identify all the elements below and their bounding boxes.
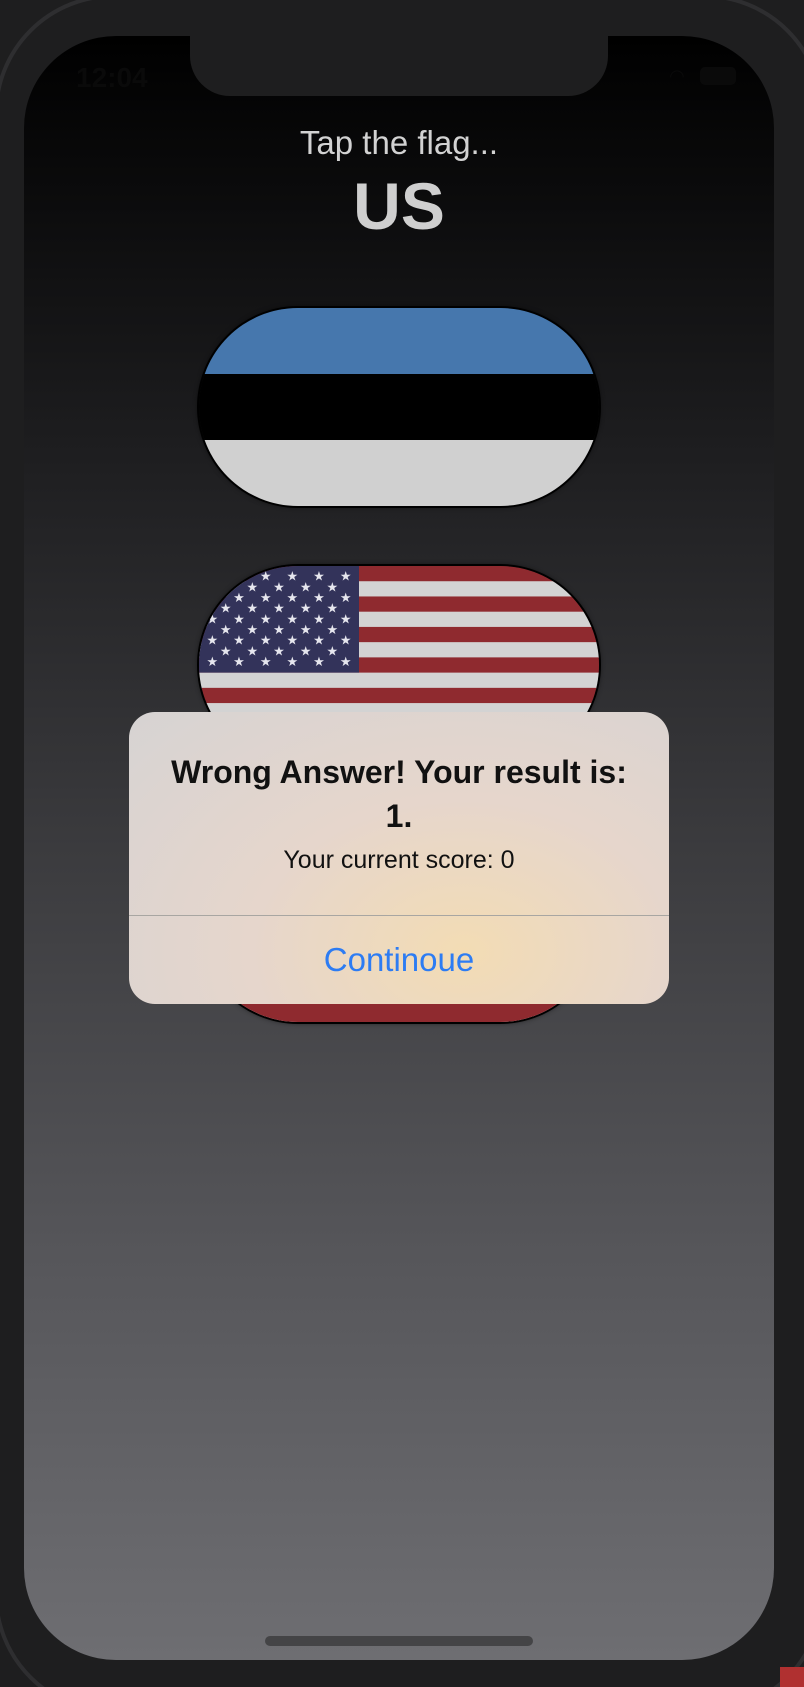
svg-text:★: ★ [220,622,232,637]
svg-text:★: ★ [206,654,218,669]
svg-text:★: ★ [326,622,338,637]
svg-text:★: ★ [233,611,245,626]
svg-text:★: ★ [206,569,218,584]
device-frame: 12:04 ◠ Tap the flag... US ★ ★ ★ ★ ★ ★ ★ ★ ★ ★ ★ ★ ★… [0,0,804,1687]
svg-text:★: ★ [286,569,298,584]
svg-text:★: ★ [326,579,338,594]
svg-text:★: ★ [233,654,245,669]
svg-text:★: ★ [300,643,312,658]
svg-text:★: ★ [260,590,272,605]
svg-text:★: ★ [313,611,325,626]
prompt-label: Tap the flag... [299,124,499,161]
svg-text:★: ★ [220,579,232,594]
svg-text:★: ★ [313,569,325,584]
svg-text:★: ★ [326,643,338,658]
alert-message: Your current score: 0 [283,846,515,874]
corner-accent [780,1667,804,1687]
svg-text:★: ★ [246,579,258,594]
home-indicator[interactable] [265,1636,533,1646]
svg-text:★: ★ [273,601,285,616]
svg-text:★: ★ [340,654,352,669]
country-title: US [353,169,445,243]
svg-text:★: ★ [246,601,258,616]
status-time: 12:04 [76,62,148,93]
svg-text:★: ★ [313,590,325,605]
svg-text:★: ★ [233,569,245,584]
svg-text:★: ★ [260,654,272,669]
wifi-icon: ◠ [669,66,685,86]
svg-text:★: ★ [206,633,218,648]
svg-text:★: ★ [273,622,285,637]
svg-text:★: ★ [286,654,298,669]
svg-text:★: ★ [220,601,232,616]
svg-text:★: ★ [286,611,298,626]
continue-button[interactable]: Continoue [129,916,669,1004]
svg-text:★: ★ [313,654,325,669]
svg-text:★: ★ [286,590,298,605]
svg-text:★: ★ [273,579,285,594]
estonia-flag-icon [199,308,599,506]
svg-text:★: ★ [233,633,245,648]
svg-text:★: ★ [300,601,312,616]
svg-text:★: ★ [300,579,312,594]
svg-text:★: ★ [326,601,338,616]
flag-button-1[interactable] [199,308,599,506]
svg-text:★: ★ [246,643,258,658]
alert-dialog: Wrong Answer! Your result is: 1. Your cu… [129,712,669,1004]
notch [190,36,608,96]
status-icons: ◠ [664,66,736,86]
svg-text:★: ★ [340,569,352,584]
svg-text:★: ★ [273,643,285,658]
svg-text:★: ★ [340,590,352,605]
svg-text:★: ★ [340,633,352,648]
svg-text:★: ★ [260,611,272,626]
svg-text:★: ★ [246,622,258,637]
svg-text:★: ★ [286,633,298,648]
svg-text:★: ★ [206,590,218,605]
battery-icon [700,67,736,85]
svg-text:★: ★ [313,633,325,648]
svg-text:★: ★ [300,622,312,637]
svg-text:★: ★ [220,643,232,658]
alert-title: Wrong Answer! Your result is: 1. [171,754,627,834]
svg-text:★: ★ [260,633,272,648]
svg-text:★: ★ [233,590,245,605]
svg-text:★: ★ [340,611,352,626]
app-screen: 12:04 ◠ Tap the flag... US ★ ★ ★ ★ ★ ★ ★ ★ ★ ★ ★ ★ ★… [24,36,774,1660]
svg-text:★: ★ [206,611,218,626]
svg-text:★: ★ [260,569,272,584]
